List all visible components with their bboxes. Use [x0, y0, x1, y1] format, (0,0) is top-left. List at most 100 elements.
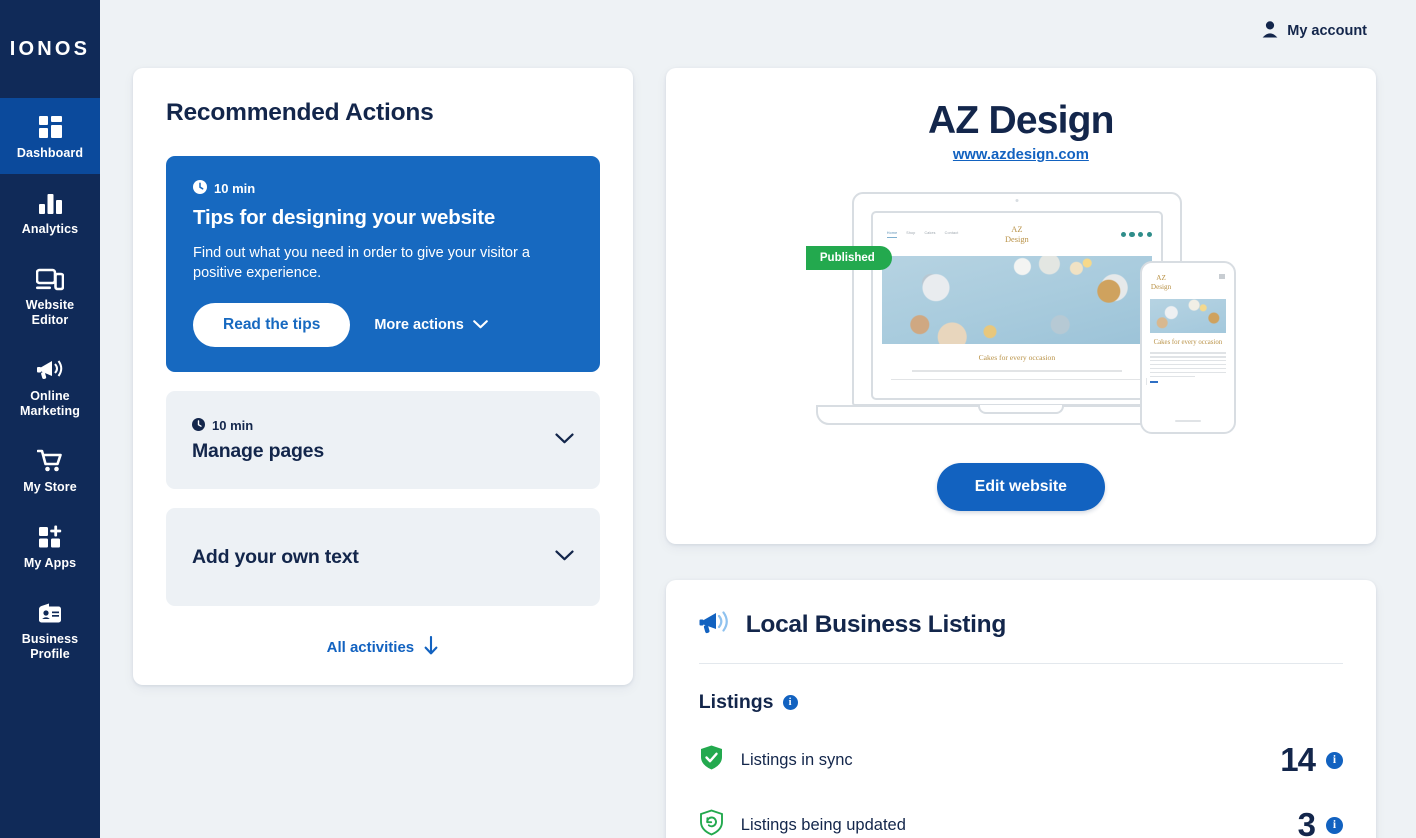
ionos-logo-text: IONOS	[9, 37, 91, 60]
preview-mobile-headline: Cakes for every occasion	[1153, 339, 1223, 347]
bar-chart-icon	[38, 187, 63, 215]
website-url-link[interactable]: www.azdesign.com	[953, 147, 1089, 163]
sidebar-item-label: Online Marketing	[20, 389, 80, 418]
phone-screen-preview: AZ Design Cakes for every occasion	[1145, 270, 1230, 424]
accordion-duration: 10 min	[192, 417, 324, 434]
more-actions-label: More actions	[374, 317, 464, 333]
action-duration: 10 min	[193, 180, 573, 197]
accordion-title: Manage pages	[192, 439, 324, 462]
all-activities-link[interactable]: All activities	[166, 625, 600, 659]
edit-website-button[interactable]: Edit website	[936, 463, 1105, 511]
sidebar-item-label: Website Editor	[25, 298, 75, 327]
my-account-button[interactable]: My account	[1262, 20, 1367, 42]
preview-nav-link: Shop	[906, 231, 916, 236]
accordion-duration-label: 10 min	[212, 418, 254, 433]
listings-label-text: Listings	[698, 691, 774, 713]
accordion-manage-pages[interactable]: 10 min Manage pages	[166, 391, 600, 489]
user-icon	[1262, 20, 1278, 42]
sidebar-item-dashboard[interactable]: Dashboard	[0, 98, 100, 174]
info-icon[interactable]: i	[1326, 751, 1343, 769]
phone-home-indicator	[1174, 420, 1201, 422]
sidebar-item-business-profile[interactable]: Business Profile	[0, 584, 100, 675]
sidebar-item-analytics[interactable]: Analytics	[0, 174, 100, 250]
local-business-listing-card: Local Business Listing Listings i Listin…	[665, 580, 1376, 838]
megaphone-icon	[699, 608, 731, 641]
more-actions-button[interactable]: More actions	[374, 317, 488, 333]
website-preview-card: AZ Design www.azdesign.com Published Hom…	[665, 68, 1376, 544]
clock-icon	[193, 180, 207, 197]
arrow-down-icon	[423, 635, 439, 659]
preview-nav-link: Home	[886, 231, 898, 238]
accordion-text: 10 min Manage pages	[192, 417, 324, 463]
preview-mobile-hero-image	[1149, 299, 1226, 334]
recommended-actions-card: Recommended Actions 10 min Tips for desi…	[133, 68, 633, 685]
chevron-down-icon[interactable]	[555, 548, 574, 566]
device-preview-mockup: Published Home Shop Cakes Contact AZ Des…	[805, 190, 1236, 434]
preview-mobile-logo: AZ Design	[1150, 274, 1172, 291]
ionos-logo[interactable]: IONOS	[0, 0, 100, 98]
action-card-tips[interactable]: 10 min Tips for designing your website F…	[166, 156, 600, 372]
accordion-add-your-own-text[interactable]: Add your own text	[166, 508, 600, 606]
right-column: AZ Design www.azdesign.com Published Hom…	[665, 68, 1376, 838]
sidebar-item-my-store[interactable]: My Store	[0, 432, 100, 508]
dashboard-grid-icon	[38, 111, 63, 139]
preview-text-line	[890, 378, 1143, 381]
sidebar-item-website-editor[interactable]: Website Editor	[0, 250, 100, 341]
info-icon[interactable]: i	[1326, 816, 1343, 834]
apps-plus-icon	[38, 521, 63, 549]
megaphone-icon	[36, 354, 64, 382]
top-bar: My account	[100, 0, 1416, 62]
app-root: IONOS Dashboard Analytics WebsiteEditor	[0, 0, 1416, 838]
accordion-title: Add your own text	[192, 545, 359, 568]
info-icon[interactable]: i	[782, 695, 798, 710]
my-account-label: My account	[1287, 23, 1367, 39]
social-icon	[1129, 231, 1135, 238]
preview-headline: Cakes for every occasion	[978, 353, 1056, 362]
action-heading: Tips for designing your website	[193, 206, 496, 229]
preview-mobile-header: AZ Design	[1146, 270, 1230, 291]
preview-site-logo: AZ Design	[1005, 224, 1029, 244]
chevron-down-icon[interactable]	[555, 431, 574, 449]
phone-frame: AZ Design Cakes for every occasion	[1139, 261, 1236, 434]
main-content-area: My account Recommended Actions 10 min Ti…	[100, 0, 1416, 838]
listing-label: Listings being updated	[740, 815, 906, 834]
preview-nav-links: Home Shop Cakes Contact	[886, 231, 959, 238]
read-the-tips-button[interactable]: Read the tips	[193, 303, 351, 347]
id-card-icon	[37, 597, 63, 625]
action-buttons: Read the tips More actions	[193, 303, 573, 347]
shopping-cart-icon	[36, 445, 64, 473]
social-icon	[1146, 231, 1152, 238]
action-duration-label: 10 min	[214, 181, 256, 196]
listing-value-group: 14 i	[1280, 741, 1343, 779]
hamburger-menu-icon	[1218, 274, 1225, 279]
laptop-notch	[977, 405, 1064, 414]
all-activities-label: All activities	[326, 639, 415, 656]
preview-text-line	[911, 370, 1122, 372]
sidebar-item-my-apps[interactable]: My Apps	[0, 508, 100, 584]
preview-nav-link: Contact	[944, 231, 959, 236]
local-business-listing-header: Local Business Listing	[698, 608, 1343, 664]
status-badge: Published	[805, 246, 892, 270]
shield-sync-icon	[699, 809, 724, 838]
laptop-screen-preview: Home Shop Cakes Contact AZ Design Cakes …	[870, 211, 1163, 400]
action-body: Find out what you need in order to give …	[193, 245, 530, 281]
clock-icon	[192, 417, 205, 434]
sidebar-item-online-marketing[interactable]: Online Marketing	[0, 341, 100, 432]
chevron-down-icon	[472, 317, 488, 333]
social-icon	[1138, 231, 1144, 238]
left-column: Recommended Actions 10 min Tips for desi…	[133, 68, 633, 685]
sidebar-item-label: My Apps	[23, 556, 77, 570]
shield-check-icon	[699, 744, 724, 776]
social-icon	[1120, 231, 1126, 238]
main-sidebar: IONOS Dashboard Analytics WebsiteEditor	[0, 0, 100, 838]
listing-count: 14	[1280, 741, 1316, 778]
phone-side-tab	[1145, 378, 1147, 385]
preview-mobile-button	[1149, 381, 1158, 384]
devices-icon	[36, 263, 64, 291]
preview-social-icons	[1120, 231, 1152, 238]
sidebar-item-label: My Store	[23, 480, 77, 494]
website-name: AZ Design	[928, 99, 1114, 142]
preview-hero-image	[881, 256, 1152, 344]
preview-nav-link: Cakes	[924, 231, 936, 236]
recommended-actions-title: Recommended Actions	[166, 99, 434, 126]
